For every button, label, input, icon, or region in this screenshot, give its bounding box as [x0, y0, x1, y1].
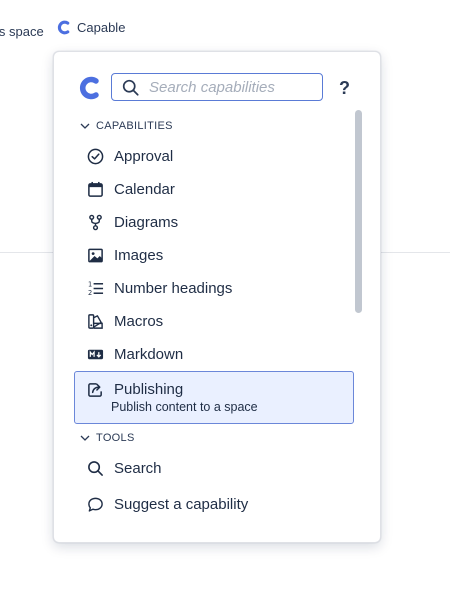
item-label: Number headings	[114, 280, 233, 297]
item-label: Macros	[114, 313, 164, 330]
capable-app-label: Capable	[77, 20, 126, 35]
list-scrollbar[interactable]	[355, 110, 362, 485]
item-description: Publish content to a space	[111, 400, 258, 414]
search-icon	[88, 461, 103, 476]
search-box[interactable]	[111, 73, 323, 101]
svg-text:2: 2	[88, 289, 92, 297]
search-input[interactable]	[147, 77, 322, 97]
share-icon	[88, 383, 102, 397]
branch-icon	[89, 214, 102, 231]
help-button[interactable]: ?	[339, 78, 350, 99]
item-label: Images	[114, 247, 164, 264]
section-header-tools[interactable]: TOOLS	[74, 424, 354, 452]
item-label: Approval	[114, 148, 174, 165]
item-label: Publishing	[114, 381, 184, 398]
item-label: Search	[114, 460, 162, 477]
item-label: Diagrams	[114, 214, 179, 231]
capability-item-markdown[interactable]: Markdown	[74, 338, 354, 371]
svg-text:1: 1	[88, 281, 92, 289]
item-label: Markdown	[114, 346, 184, 363]
chevron-down-icon	[80, 123, 90, 129]
capability-item-images[interactable]: Images	[74, 239, 354, 272]
capable-app-button[interactable]: Capable	[57, 20, 125, 35]
capability-item-approval[interactable]: Approval	[74, 140, 354, 173]
suggest-capability-link[interactable]: Suggest a capability	[87, 496, 248, 513]
scrollbar-thumb[interactable]	[355, 110, 362, 313]
image-icon	[88, 248, 103, 263]
section-title: TOOLS	[96, 432, 135, 444]
chevron-down-icon	[80, 435, 90, 441]
capabilities-list[interactable]: CAPABILITIES Approval Calendar Diagrams …	[74, 112, 354, 487]
search-icon	[122, 79, 139, 96]
tool-item-search[interactable]: Search	[74, 452, 354, 485]
section-header-capabilities[interactable]: CAPABILITIES	[74, 112, 354, 140]
capable-logo-icon	[57, 20, 70, 35]
capable-logo-icon	[79, 76, 99, 100]
capability-item-diagrams[interactable]: Diagrams	[74, 206, 354, 239]
capability-item-calendar[interactable]: Calendar	[74, 173, 354, 206]
section-title: CAPABILITIES	[96, 120, 173, 132]
capability-item-publishing[interactable]: Publishing Publish content to a space	[74, 371, 354, 424]
suggest-label: Suggest a capability	[114, 496, 249, 513]
markdown-icon	[87, 349, 104, 360]
macros-icon	[88, 314, 103, 329]
item-label: Calendar	[114, 181, 175, 198]
space-link[interactable]: is space	[0, 24, 44, 39]
capabilities-popup: ? CAPABILITIES Approval Calendar	[53, 51, 381, 543]
numbered-list-icon: 1 2	[88, 281, 104, 297]
check-circle-icon	[87, 148, 104, 165]
calendar-icon	[88, 181, 103, 197]
speech-bubble-icon	[88, 497, 103, 512]
capability-item-macros[interactable]: Macros	[74, 305, 354, 338]
capability-item-number-headings[interactable]: 1 2 Number headings	[74, 272, 354, 305]
